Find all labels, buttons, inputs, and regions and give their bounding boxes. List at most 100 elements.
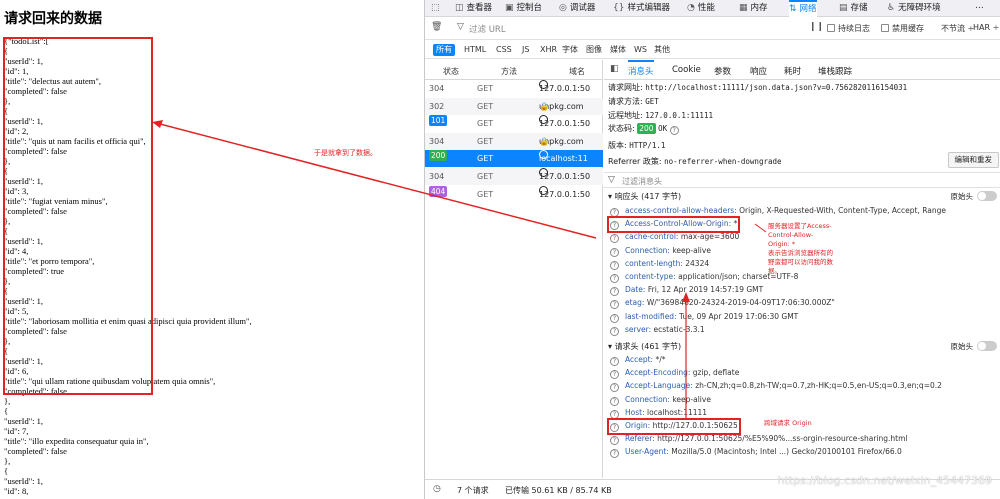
tab-storage[interactable]: ▤ 存储 bbox=[839, 0, 868, 17]
accessibility-icon: ♿ bbox=[887, 3, 896, 13]
type-filter[interactable]: CSS bbox=[493, 44, 515, 56]
header-name: Accept: bbox=[625, 355, 654, 364]
header-row[interactable]: ? Connection: keep-alive bbox=[610, 246, 711, 257]
globe-icon bbox=[539, 168, 548, 177]
tab-debugger[interactable]: ◎ 调试器 bbox=[559, 0, 595, 17]
header-row[interactable]: ? User-Agent: Mozilla/5.0 (Macintosh; Int… bbox=[610, 447, 902, 459]
toggle-switch[interactable] bbox=[977, 191, 997, 201]
more-menu-icon[interactable]: ⋯ bbox=[975, 0, 984, 17]
header-row[interactable]: ? last-modified: Tue, 09 Apr 2019 17:06:3… bbox=[610, 312, 798, 323]
header-row[interactable]: ? Accept-Encoding: gzip, deflate bbox=[610, 368, 739, 380]
status-badge: 200 bbox=[429, 150, 448, 162]
request-row[interactable]: 404 GET 127.0.0.1:50 bbox=[425, 185, 603, 203]
header-row[interactable]: ? Date: Fri, 12 Apr 2019 14:57:19 GMT bbox=[610, 285, 763, 297]
inspector-icon: ◫ bbox=[455, 3, 464, 13]
toggle-switch[interactable] bbox=[977, 341, 997, 351]
header-row[interactable]: ? Access-Control-Allow-Origin: * bbox=[606, 216, 741, 234]
help-icon[interactable]: ? bbox=[610, 383, 619, 393]
detail-tab[interactable]: 响应 bbox=[750, 65, 767, 77]
header-row[interactable]: ? Host: localhost:11111 bbox=[610, 408, 707, 419]
request-list: 状态 方法 域名 304 GET 127.0.0.1:50 302 GET 🔒 unpkg.… bbox=[425, 60, 603, 478]
header-row[interactable]: ? content-length: 24324 bbox=[610, 259, 709, 270]
help-icon[interactable]: ? bbox=[610, 370, 619, 380]
edit-resend-button[interactable]: 编辑和重发 bbox=[947, 152, 999, 168]
tab-memory[interactable]: ▦ 内存 bbox=[739, 0, 768, 17]
type-filter[interactable]: 所有 bbox=[433, 44, 455, 56]
column-method[interactable]: 方法 bbox=[501, 66, 517, 77]
header-row[interactable]: ? etag: W/"36984820-24324-2019-04-09T17:0… bbox=[610, 298, 835, 310]
header-row[interactable]: ? Accept-Language: zh-CN,zh;q=0.8,zh-TW;q… bbox=[610, 381, 942, 393]
type-filter[interactable]: 媒体 bbox=[607, 44, 629, 56]
type-filter[interactable]: WS bbox=[631, 44, 650, 56]
highlight-box bbox=[3, 37, 153, 395]
header-row[interactable]: ? Connection: keep-alive bbox=[610, 395, 711, 406]
type-filter[interactable]: 字体 bbox=[559, 44, 581, 56]
request-row[interactable]: 304 GET 127.0.0.1:50 bbox=[425, 168, 603, 185]
detail-tab[interactable]: Cookie bbox=[672, 65, 701, 75]
request-row[interactable]: 101 GET 127.0.0.1:50 bbox=[425, 115, 603, 132]
help-icon[interactable]: ? bbox=[610, 221, 619, 231]
help-icon[interactable]: ? bbox=[610, 326, 619, 336]
column-status[interactable]: 状态 bbox=[443, 66, 459, 77]
help-icon[interactable]: ? bbox=[610, 234, 619, 244]
toggle-sidebar-icon[interactable]: ◧ bbox=[610, 65, 619, 74]
help-icon[interactable]: ? bbox=[610, 409, 619, 419]
request-row[interactable]: 302 GET 🔒 unpkg.com bbox=[425, 97, 603, 115]
column-domain[interactable]: 域名 bbox=[569, 66, 585, 77]
disable-cache-checkbox[interactable]: 禁用缓存 bbox=[881, 23, 924, 34]
header-row[interactable]: ? Referer: http://127.0.0.1:50625/%E5%90%… bbox=[610, 434, 907, 446]
type-filter[interactable]: JS bbox=[519, 44, 532, 56]
help-icon[interactable]: ? bbox=[610, 287, 619, 297]
tab-accessibility[interactable]: ♿ 无障碍环境 bbox=[887, 0, 941, 17]
trash-icon[interactable]: 🗑 bbox=[431, 23, 442, 32]
header-row[interactable]: ? access-control-allow-headers: Origin, X… bbox=[610, 206, 946, 217]
raw-headers-toggle-response[interactable]: 原始头 bbox=[951, 191, 997, 202]
request-headers-section[interactable]: ▾ 请求头 (461 字节) bbox=[608, 341, 681, 352]
detail-tab[interactable]: 耗时 bbox=[784, 65, 801, 77]
tab-style-editor[interactable]: {} 样式编辑器 bbox=[613, 0, 670, 17]
response-headers-section[interactable]: ▾ 响应头 (417 字节) bbox=[608, 191, 681, 202]
url-label: 请求网址: bbox=[608, 83, 643, 92]
header-filter: ▽ 过滤消息头 bbox=[604, 172, 1000, 188]
tab-network[interactable]: ⇅ 网络 bbox=[789, 0, 817, 17]
request-row[interactable]: 200 GET localhost:11 bbox=[425, 150, 603, 168]
help-icon[interactable]: ? bbox=[610, 208, 619, 217]
type-filter[interactable]: HTML bbox=[461, 44, 489, 56]
tab-inspector[interactable]: ◫ 查看器 bbox=[455, 0, 492, 17]
help-icon[interactable]: ? bbox=[610, 247, 619, 257]
help-icon[interactable]: ? bbox=[610, 300, 619, 310]
tab-console[interactable]: ▣ 控制台 bbox=[505, 0, 542, 17]
type-filter[interactable]: 其他 bbox=[651, 44, 673, 56]
header-row[interactable]: ? Origin: http://127.0.0.1:50625 bbox=[607, 418, 741, 435]
har-select[interactable]: HAR ÷ bbox=[973, 23, 999, 32]
help-icon[interactable]: ? bbox=[610, 449, 619, 459]
tab-inspector-pick[interactable]: ⬚ bbox=[431, 0, 443, 17]
header-row[interactable]: ? Accept: */* bbox=[610, 355, 666, 366]
json-line: { bbox=[4, 466, 9, 476]
help-icon[interactable]: ? bbox=[610, 396, 619, 406]
header-row[interactable]: ? cache-control: max-age=3600 bbox=[610, 232, 739, 244]
header-filter-input[interactable]: 过滤消息头 bbox=[622, 176, 662, 187]
help-icon[interactable]: ? bbox=[610, 436, 619, 446]
detail-tab[interactable]: 参数 bbox=[714, 65, 731, 77]
header-row[interactable]: ? server: ecstatic-3.3.1 bbox=[610, 325, 705, 336]
type-filter[interactable]: 图像 bbox=[583, 44, 605, 56]
detail-tab[interactable]: 消息头 bbox=[628, 60, 654, 77]
throttle-select[interactable]: 不节流 ÷ bbox=[941, 23, 974, 34]
request-row[interactable]: 304 GET 🔒 unpkg.com bbox=[425, 132, 603, 150]
raw-headers-toggle-request[interactable]: 原始头 bbox=[951, 341, 997, 352]
help-icon[interactable]: ? bbox=[610, 274, 619, 283]
filter-url-input[interactable]: 过滤 URL bbox=[469, 23, 506, 35]
detail-tab[interactable]: 堆栈跟踪 bbox=[818, 65, 852, 77]
persist-logs-checkbox[interactable]: 持续日志 bbox=[827, 23, 870, 34]
request-row[interactable]: 304 GET 127.0.0.1:50 bbox=[425, 80, 603, 97]
request-url[interactable]: http://localhost:11111/json.data.json?v=… bbox=[645, 83, 907, 92]
help-icon[interactable]: ? bbox=[610, 357, 619, 366]
tab-performance[interactable]: ◔ 性能 bbox=[687, 0, 715, 17]
help-icon[interactable]: ? bbox=[610, 313, 619, 323]
help-icon[interactable]: ? bbox=[610, 423, 619, 432]
help-icon[interactable]: ? bbox=[669, 126, 679, 135]
pause-icon[interactable]: ❙❙ bbox=[809, 23, 824, 32]
help-icon[interactable]: ? bbox=[610, 260, 619, 270]
type-filter[interactable]: XHR bbox=[537, 44, 560, 56]
